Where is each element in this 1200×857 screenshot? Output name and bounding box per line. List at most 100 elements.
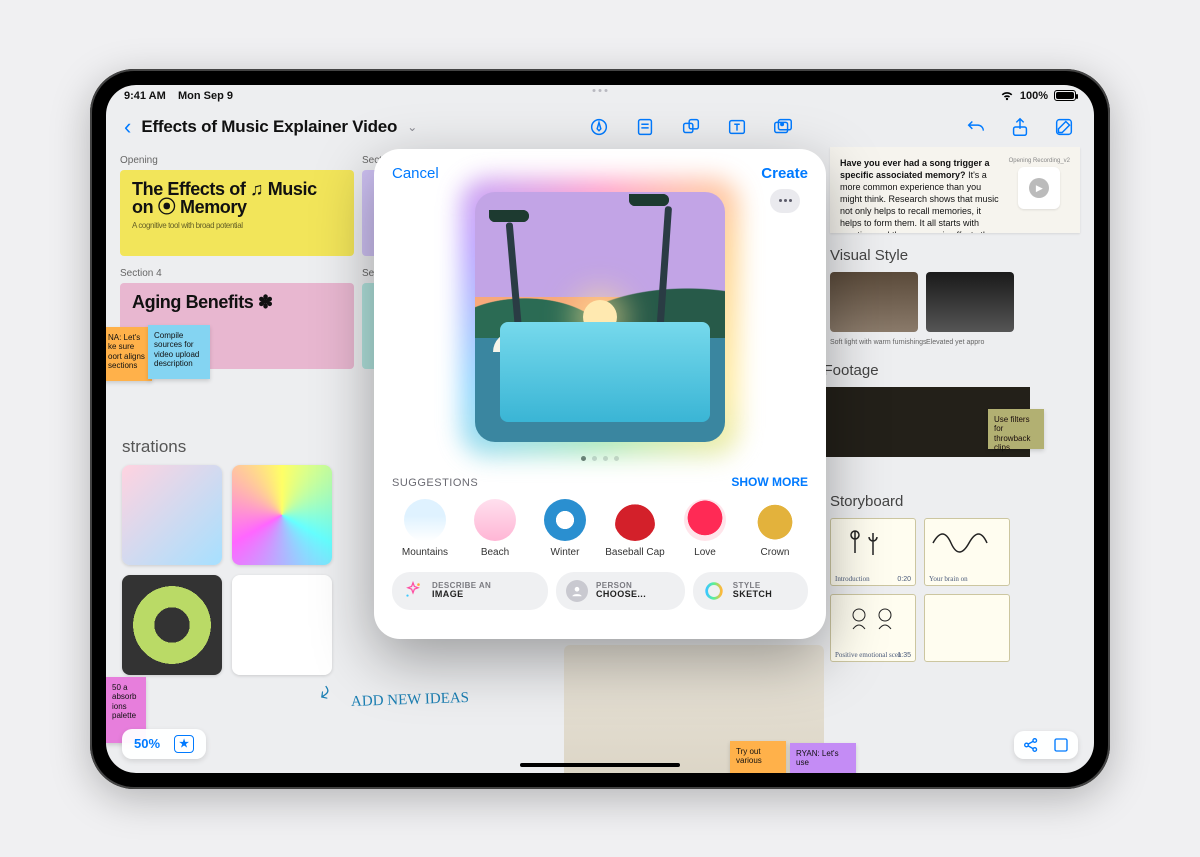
sticky-note[interactable]: RYAN: Let's use <box>790 743 856 773</box>
suggestion-label: Baseball Cap <box>605 547 664 558</box>
sb-label: Positive emotional scen <box>835 651 902 659</box>
cancel-button[interactable]: Cancel <box>392 165 439 182</box>
grid-view-icon[interactable] <box>1052 736 1070 754</box>
toolbar: ‹ Effects of Music Explainer Video ⌄ <box>106 107 1094 147</box>
document-title[interactable]: Effects of Music Explainer Video <box>141 117 397 137</box>
screen: 9:41 AM Mon Sep 9 100% ‹ Effects of Musi… <box>106 85 1094 773</box>
status-right: 100% <box>1000 90 1076 102</box>
thumb-caption: Soft light with warm furnishings <box>830 339 926 346</box>
illustration[interactable] <box>232 465 332 565</box>
sticky-note[interactable]: Compile sources for video upload descrip… <box>148 325 210 379</box>
device-frame: 9:41 AM Mon Sep 9 100% ‹ Effects of Musi… <box>90 69 1110 789</box>
suggestion-baseball-cap[interactable]: Baseball Cap <box>604 499 666 558</box>
undo-icon[interactable] <box>964 116 988 138</box>
option-chips: DESCRIBE AN IMAGE PERSON CHOOSE... <box>392 572 808 610</box>
collab-share-icon[interactable] <box>1022 736 1040 754</box>
suggestion-mountains[interactable]: Mountains <box>394 499 456 558</box>
archival-image[interactable]: Use filters for throwback clips <box>942 387 1030 457</box>
section-label: Section 4 <box>120 268 354 279</box>
chip-bottom: CHOOSE... <box>596 590 646 599</box>
describe-image-chip[interactable]: DESCRIBE AN IMAGE <box>392 572 548 610</box>
storyboard-cell[interactable]: Positive emotional scen 1:35 <box>830 594 916 662</box>
sb-time: 0:20 <box>897 576 911 583</box>
hand-arrow: ⤶ <box>312 677 337 705</box>
share-icon[interactable] <box>1008 116 1032 138</box>
status-left: 9:41 AM Mon Sep 9 <box>124 90 233 102</box>
battery-icon <box>1054 90 1076 101</box>
sb-time: 1:35 <box>897 652 911 659</box>
illustration[interactable] <box>232 575 332 675</box>
generated-image-wrap <box>475 192 725 442</box>
sb-label: Introduction <box>835 575 870 583</box>
show-more-button[interactable]: SHOW MORE <box>731 475 808 489</box>
media-tool-icon[interactable] <box>771 116 795 138</box>
multitask-dots[interactable] <box>593 89 608 92</box>
card-subtitle: A cognitive tool with broad potential <box>132 221 342 231</box>
zoom-value: 50% <box>134 736 160 751</box>
suggestions-list: Mountains Beach Winter Baseball Cap <box>392 499 808 558</box>
suggestion-label: Love <box>694 547 716 558</box>
section-label: Opening <box>120 155 354 166</box>
chip-bottom: IMAGE <box>432 590 491 599</box>
text-tool-icon[interactable] <box>725 116 749 138</box>
storyboard-grid: Introduction 0:20 Your brain on Positive… <box>830 518 1080 662</box>
note-thumb-label: Opening Recording_v2 <box>1009 157 1070 165</box>
handwritten-note: ADD NEW IDEAS <box>351 689 470 710</box>
zoom-control[interactable]: 50% ★ <box>122 729 206 759</box>
note-card[interactable]: Have you ever had a song trigger a speci… <box>830 147 1080 233</box>
storyboard-cell[interactable] <box>924 594 1010 662</box>
battery-percent: 100% <box>1020 90 1048 102</box>
suggestion-label: Winter <box>551 547 580 558</box>
home-indicator[interactable] <box>520 763 680 767</box>
suggestion-winter[interactable]: Winter <box>534 499 596 558</box>
thumb[interactable]: Elevated yet appro <box>926 272 1014 332</box>
note-tool-icon <box>633 116 657 138</box>
style-chip[interactable]: STYLE SKETCH <box>693 572 808 610</box>
suggestions-label: SUGGESTIONS <box>392 477 478 489</box>
collab-toolbar <box>1014 731 1078 759</box>
wifi-icon <box>1000 90 1014 101</box>
thumb[interactable]: Soft light with warm furnishings <box>830 272 918 332</box>
card-title: The Effects of ♫ Music on ⦿ Memory <box>132 180 342 218</box>
illustrations-grid <box>122 465 332 675</box>
illustration[interactable] <box>122 575 222 675</box>
title-chevron-icon[interactable]: ⌄ <box>407 120 417 134</box>
compose-icon[interactable] <box>1052 116 1076 138</box>
visual-style-thumbs: Soft light with warm furnishings Elevate… <box>830 272 1080 332</box>
person-chip[interactable]: PERSON CHOOSE... <box>556 572 685 610</box>
suggestion-love[interactable]: Love <box>674 499 736 558</box>
suggestion-label: Mountains <box>402 547 448 558</box>
chip-bottom: SKETCH <box>733 590 772 599</box>
storyboard-cell[interactable]: Introduction 0:20 <box>830 518 916 586</box>
archival-image[interactable] <box>854 387 942 457</box>
shapes-tool-icon[interactable] <box>679 116 703 138</box>
recording-thumb[interactable]: ▶ <box>1018 167 1060 209</box>
more-options-button[interactable] <box>770 189 800 213</box>
sticky-note[interactable]: Use filters for throwback clips <box>988 409 1044 449</box>
suggestion-label: Crown <box>761 547 790 558</box>
thumb-caption: Elevated yet appro <box>926 339 984 346</box>
pen-tool-icon[interactable] <box>587 116 611 138</box>
visual-style-heading: Visual Style <box>830 247 1080 264</box>
person-icon <box>566 580 588 602</box>
sticky-note[interactable]: Try out various <box>730 741 786 773</box>
back-button[interactable]: ‹ <box>124 114 131 140</box>
sparkle-icon <box>402 580 424 602</box>
card-opening[interactable]: The Effects of ♫ Music on ⦿ Memory A cog… <box>120 170 354 256</box>
storyboard-cell[interactable]: Your brain on <box>924 518 1010 586</box>
illustration[interactable] <box>122 465 222 565</box>
create-button[interactable]: Create <box>761 165 808 182</box>
right-column: Have you ever had a song trigger a speci… <box>830 147 1080 662</box>
zoom-favorite-icon[interactable]: ★ <box>174 735 194 753</box>
card-title: Aging Benefits ✽ <box>132 293 342 312</box>
suggestion-crown[interactable]: Crown <box>744 499 806 558</box>
generated-image[interactable] <box>475 192 725 442</box>
illustrations-heading: strations <box>122 437 186 457</box>
style-ring-icon <box>703 580 725 602</box>
play-icon[interactable]: ▶ <box>1029 178 1049 198</box>
page-indicator[interactable] <box>392 456 808 461</box>
suggestion-beach[interactable]: Beach <box>464 499 526 558</box>
storyboard-heading: Storyboard <box>830 493 1080 510</box>
sticky-note[interactable]: NA: Let's ke sure oort aligns sections <box>106 327 152 381</box>
sb-label: Your brain on <box>929 575 968 583</box>
